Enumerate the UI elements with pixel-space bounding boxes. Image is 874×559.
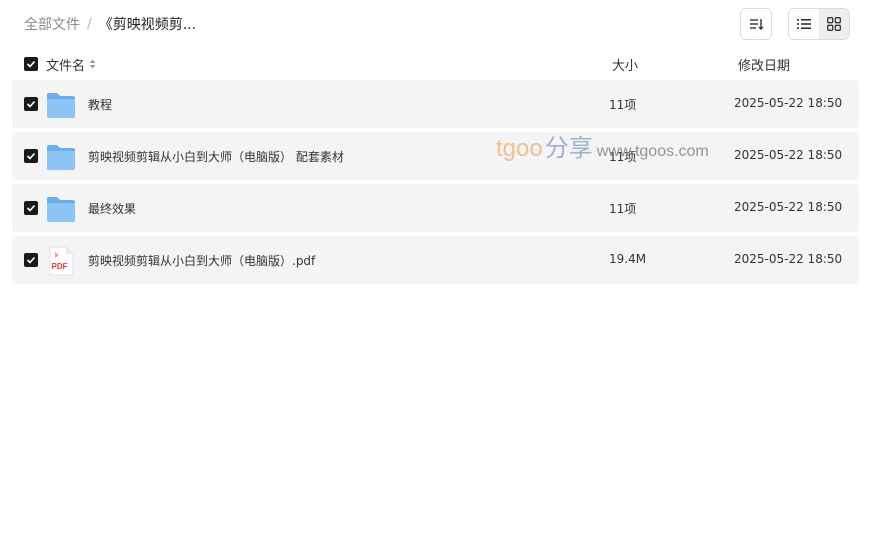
file-name: 剪映视频剪辑从小白到大师（电脑版） 配套素材 bbox=[88, 150, 344, 164]
check-icon bbox=[26, 60, 36, 68]
file-row[interactable]: 剪映视频剪辑从小白到大师（电脑版） 配套素材 11项 2025-05-22 18… bbox=[12, 132, 859, 180]
folder-icon bbox=[47, 93, 75, 118]
breadcrumb-separator: / bbox=[87, 16, 92, 32]
file-date: 2025-05-22 18:50 bbox=[734, 148, 843, 162]
list-view-button[interactable] bbox=[789, 9, 819, 39]
list-view-icon bbox=[797, 19, 811, 29]
file-row[interactable]: PDF 剪映视频剪辑从小白到大师（电脑版）.pdf 19.4M 2025-05-… bbox=[12, 236, 859, 284]
row-checkbox[interactable] bbox=[24, 201, 38, 215]
file-date: 2025-05-22 18:50 bbox=[734, 252, 843, 266]
grid-view-button[interactable] bbox=[819, 9, 849, 39]
file-date: 2025-05-22 18:50 bbox=[734, 96, 843, 110]
sort-icon bbox=[750, 19, 764, 30]
folder-icon bbox=[47, 145, 75, 170]
file-size: 19.4M bbox=[609, 252, 647, 266]
view-mode-toggle bbox=[788, 8, 850, 40]
file-name: 最终效果 bbox=[88, 202, 137, 216]
breadcrumb-current: 《剪映视频剪... bbox=[98, 17, 197, 33]
row-checkbox[interactable] bbox=[24, 253, 38, 267]
check-icon bbox=[26, 100, 36, 108]
file-size: 11项 bbox=[609, 202, 637, 216]
breadcrumb: 全部文件 / 《剪映视频剪... bbox=[24, 14, 196, 34]
column-header-name-label: 文件名 bbox=[46, 58, 86, 74]
file-browser: 全部文件 / 《剪映视频剪... 文件名 大小 修改日期 教程 11项 2025… bbox=[0, 0, 874, 559]
breadcrumb-root[interactable]: 全部文件 bbox=[24, 14, 80, 34]
folder-icon bbox=[47, 197, 75, 222]
column-header-name[interactable]: 文件名 bbox=[46, 55, 96, 74]
column-header-date[interactable]: 修改日期 bbox=[738, 55, 790, 74]
pdf-icon: PDF bbox=[49, 246, 74, 276]
file-row[interactable]: 最终效果 11项 2025-05-22 18:50 bbox=[12, 184, 859, 232]
file-name: 剪映视频剪辑从小白到大师（电脑版）.pdf bbox=[88, 254, 316, 268]
grid-view-icon bbox=[827, 17, 841, 31]
table-header: 文件名 大小 修改日期 bbox=[12, 50, 859, 78]
file-name: 教程 bbox=[88, 98, 113, 112]
file-list: 教程 11项 2025-05-22 18:50 剪映视频剪辑从小白到大师（电脑版… bbox=[12, 80, 859, 288]
check-icon bbox=[26, 152, 36, 160]
sort-arrows-icon bbox=[89, 59, 96, 69]
column-header-size[interactable]: 大小 bbox=[612, 55, 638, 74]
sort-button[interactable] bbox=[740, 8, 772, 40]
row-checkbox[interactable] bbox=[24, 97, 38, 111]
file-size: 11项 bbox=[609, 150, 637, 164]
file-size: 11项 bbox=[609, 98, 637, 112]
svg-text:PDF: PDF bbox=[52, 262, 68, 271]
row-checkbox[interactable] bbox=[24, 149, 38, 163]
file-date: 2025-05-22 18:50 bbox=[734, 200, 843, 214]
check-icon bbox=[26, 204, 36, 212]
check-icon bbox=[26, 256, 36, 264]
select-all-checkbox[interactable] bbox=[24, 57, 38, 71]
file-row[interactable]: 教程 11项 2025-05-22 18:50 bbox=[12, 80, 859, 128]
